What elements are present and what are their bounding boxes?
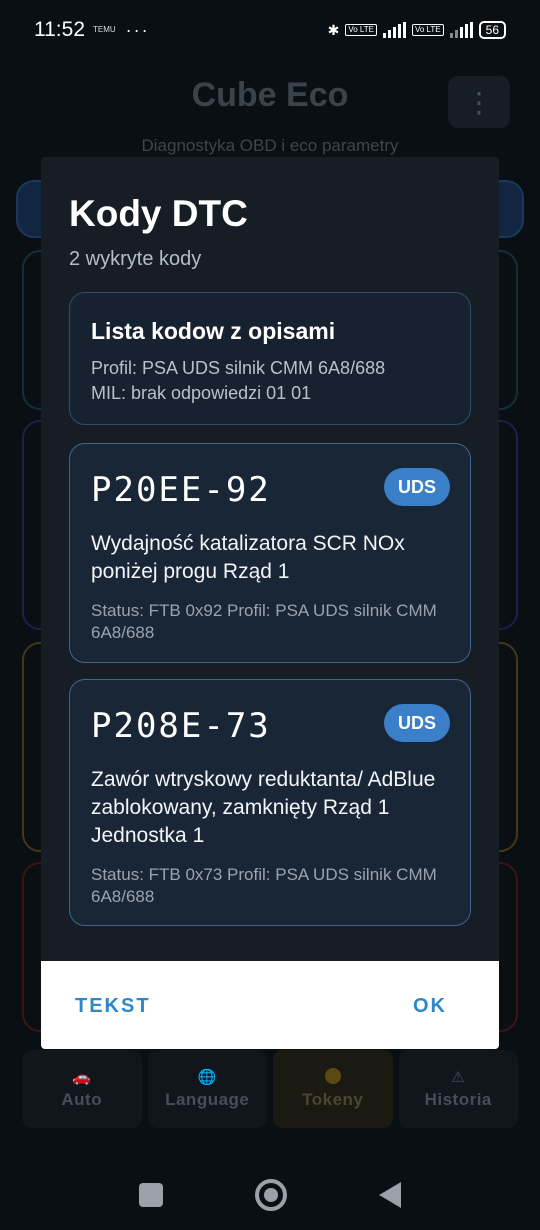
summary-card: Lista kodow z opisami Profil: PSA UDS si… [69,292,471,425]
dtc-description: Wydajność katalizatora SCR NOx poniżej p… [91,532,405,583]
bottom-nav: 🚗 Auto 🌐 Language Tokeny ⚠ Historia [22,1050,518,1128]
car-icon: 🚗 [72,1069,92,1086]
text-button[interactable]: TEKST [75,995,151,1018]
notification-icon: TEMU [93,25,116,34]
status-bar: 11:52 TEMU ··· ✱ Vo LTE Vo LTE 56 [0,0,540,60]
battery-icon: 56 [478,21,506,39]
recents-icon[interactable] [139,1183,163,1207]
summary-profile: Profil: PSA UDS silnik CMM 6A8/688 [91,358,386,378]
nav-language[interactable]: 🌐 Language [147,1050,267,1128]
app-subtitle: Diagnostyka OBD i eco parametry [141,136,399,155]
back-icon[interactable] [379,1182,401,1208]
signal-icon-2 [449,22,473,38]
overflow-menu-button[interactable]: ⋮ [448,76,510,128]
status-time: 11:52 [34,18,85,41]
nav-auto[interactable]: 🚗 Auto [22,1050,142,1128]
dtc-description: Zawór wtryskowy reduktanta/ AdBlue zablo… [91,768,436,847]
globe-icon: 🌐 [197,1069,217,1086]
summary-mil: MIL: brak odpowiedzi 01 01 [91,383,312,403]
dtc-code: P20EE-92 [91,470,271,510]
nav-historia[interactable]: ⚠ Historia [398,1050,518,1128]
nav-auto-label: Auto [61,1090,103,1109]
dtc-status: Status: FTB 0x92 Profil: PSA UDS silnik … [91,601,437,642]
bluetooth-icon: ✱ [327,21,340,38]
protocol-badge: UDS [384,704,450,742]
warning-icon: ⚠ [451,1069,466,1086]
ok-button[interactable]: OK [413,995,447,1018]
system-nav-bar [0,1160,540,1230]
volte-icon-2: Vo LTE [411,24,444,36]
dtc-code: P208E-73 [91,706,271,746]
protocol-badge: UDS [384,468,450,506]
dialog-title: Kody DTC [69,193,248,234]
status-icons: ✱ Vo LTE Vo LTE 56 [328,21,506,39]
nav-language-label: Language [165,1090,250,1109]
dialog-actions: TEKST OK [41,961,499,1049]
nav-tokeny-label: Tokeny [302,1090,364,1109]
dtc-status: Status: FTB 0x73 Profil: PSA UDS silnik … [91,865,437,906]
summary-title: Lista kodow z opisami [91,318,336,344]
dialog-subtitle: 2 wykryte kody [69,248,202,270]
nav-historia-label: Historia [424,1090,492,1109]
dtc-dialog: Kody DTC 2 wykryte kody Lista kodow z op… [41,157,499,1049]
dtc-card-2[interactable]: P208E-73 UDS Zawór wtryskowy reduktanta/… [69,679,471,926]
volte-icon: Vo LTE [345,24,377,36]
nav-tokeny[interactable]: Tokeny [273,1050,393,1128]
more-notifications-icon: ··· [125,19,150,40]
app-header: Cube Eco ⋮ [0,76,540,128]
signal-icon [382,22,406,38]
home-icon[interactable] [255,1179,287,1211]
dtc-card-1[interactable]: P20EE-92 UDS Wydajność katalizatora SCR … [69,443,471,663]
coin-icon [324,1068,341,1084]
